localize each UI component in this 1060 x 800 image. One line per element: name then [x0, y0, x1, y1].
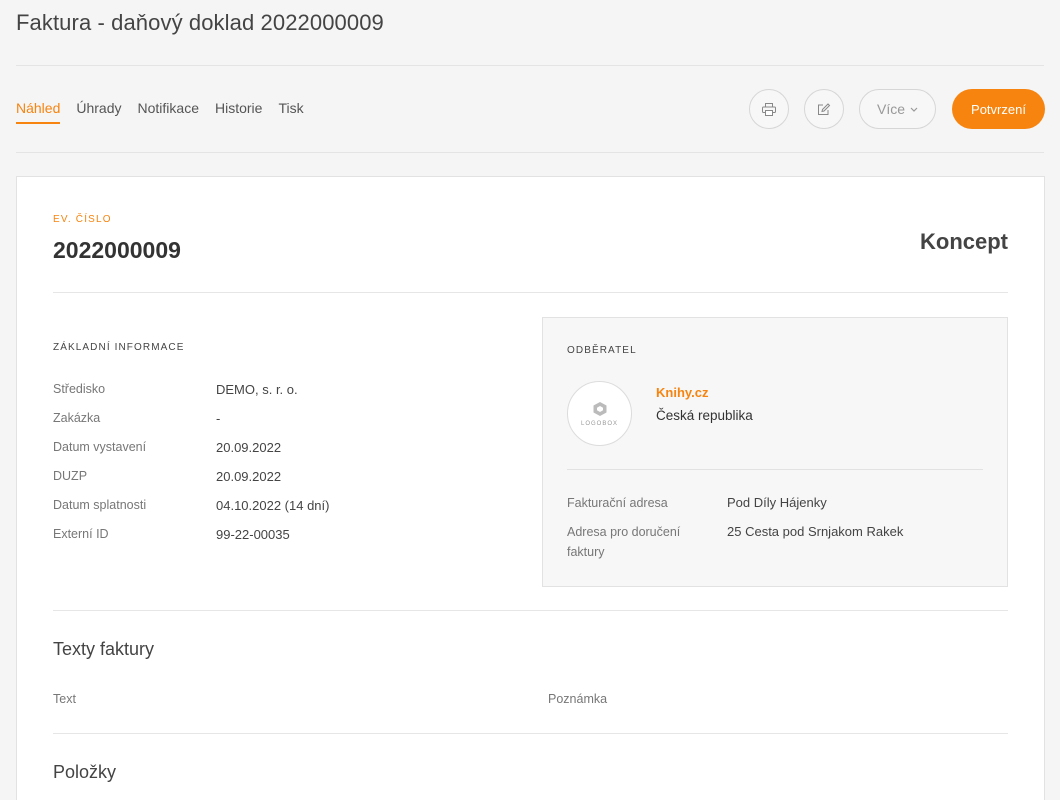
divider — [53, 292, 1008, 293]
tab-historie[interactable]: Historie — [215, 100, 262, 124]
note-label: Poznámka — [548, 692, 608, 706]
info-key: Zakázka — [53, 411, 101, 425]
info-key: Středisko — [53, 382, 106, 396]
tab-tisk[interactable]: Tisk — [278, 100, 303, 124]
info-row-externi-id: Externí ID 99-22-00035 — [53, 527, 329, 556]
info-key: Datum vystavení — [53, 440, 147, 454]
info-row-datum-splatnosti: Datum splatnosti 04.10.2022 (14 dní) — [53, 498, 329, 527]
logo-text: LOGOBOX — [580, 420, 618, 427]
info-value: 20.09.2022 — [216, 469, 282, 484]
more-dropdown-button[interactable]: Více — [859, 89, 936, 129]
billing-address-row: Fakturační adresa Pod Díly Hájenky — [567, 493, 827, 513]
delivery-address-label: Adresa pro doručení faktury — [567, 525, 681, 559]
invoice-card: EV. ČÍSLO 2022000009 Koncept ZÁKLADNÍ IN… — [16, 176, 1045, 800]
ev-number: 2022000009 — [53, 237, 181, 263]
info-row-zakazka: Zakázka - — [53, 411, 329, 440]
items-heading: Položky — [53, 762, 117, 782]
tab-uhrady[interactable]: Úhrady — [76, 100, 121, 124]
info-value: DEMO, s. r. o. — [216, 382, 298, 397]
divider — [16, 65, 1044, 66]
text-label: Text — [53, 692, 76, 706]
divider — [567, 469, 983, 470]
status-badge: Koncept — [920, 229, 1008, 254]
tab-bar: Náhled Úhrady Notifikace Historie Tisk — [16, 100, 304, 124]
divider — [53, 733, 1008, 734]
customer-country: Česká republika — [656, 408, 753, 423]
info-key: Datum splatnosti — [53, 498, 147, 512]
customer-panel: ODBĚRATEL LOGOBOX Knihy.cz Česká republi… — [542, 317, 1008, 587]
ev-number-label: EV. ČÍSLO — [53, 214, 112, 225]
info-value: - — [216, 411, 221, 426]
info-value: 99-22-00035 — [216, 527, 290, 542]
invoice-texts-heading: Texty faktury — [53, 639, 155, 659]
info-row-stredisko: Středisko DEMO, s. r. o. — [53, 382, 329, 411]
info-value: 04.10.2022 (14 dní) — [216, 498, 330, 513]
info-row-datum-vystaveni: Datum vystavení 20.09.2022 — [53, 440, 329, 469]
billing-address-value: Pod Díly Hájenky — [727, 495, 827, 510]
info-row-duzp: DUZP 20.09.2022 — [53, 469, 329, 498]
toolbar: Více Potvrzení — [749, 89, 1045, 129]
info-key: DUZP — [53, 469, 88, 483]
basic-info-table: Středisko DEMO, s. r. o. Zakázka - Datum… — [53, 382, 329, 556]
more-label: Více — [876, 101, 905, 117]
delivery-address-row: Adresa pro doručení faktury 25 Cesta pod… — [567, 522, 903, 562]
print-button[interactable] — [749, 89, 789, 129]
chevron-down-icon — [910, 107, 918, 112]
tab-nahled[interactable]: Náhled — [16, 100, 61, 124]
customer-name-link[interactable]: Knihy.cz — [656, 385, 709, 400]
tab-notifikace[interactable]: Notifikace — [138, 100, 199, 124]
edit-button[interactable] — [804, 89, 844, 129]
customer-heading: ODBĚRATEL — [567, 345, 637, 356]
billing-address-label: Fakturační adresa — [567, 496, 668, 510]
info-key: Externí ID — [53, 527, 109, 541]
logobox-icon — [593, 401, 606, 416]
divider — [53, 610, 1008, 611]
divider — [16, 152, 1044, 153]
customer-logo: LOGOBOX — [567, 381, 632, 446]
info-value: 20.09.2022 — [216, 440, 282, 455]
basic-info-heading: ZÁKLADNÍ INFORMACE — [53, 342, 185, 353]
page-title: Faktura - daňový doklad 2022000009 — [16, 10, 384, 35]
edit-icon — [818, 102, 831, 115]
confirm-button[interactable]: Potvrzení — [952, 89, 1045, 129]
delivery-address-value: 25 Cesta pod Srnjakom Rakek — [727, 524, 904, 539]
printer-icon — [762, 102, 776, 116]
